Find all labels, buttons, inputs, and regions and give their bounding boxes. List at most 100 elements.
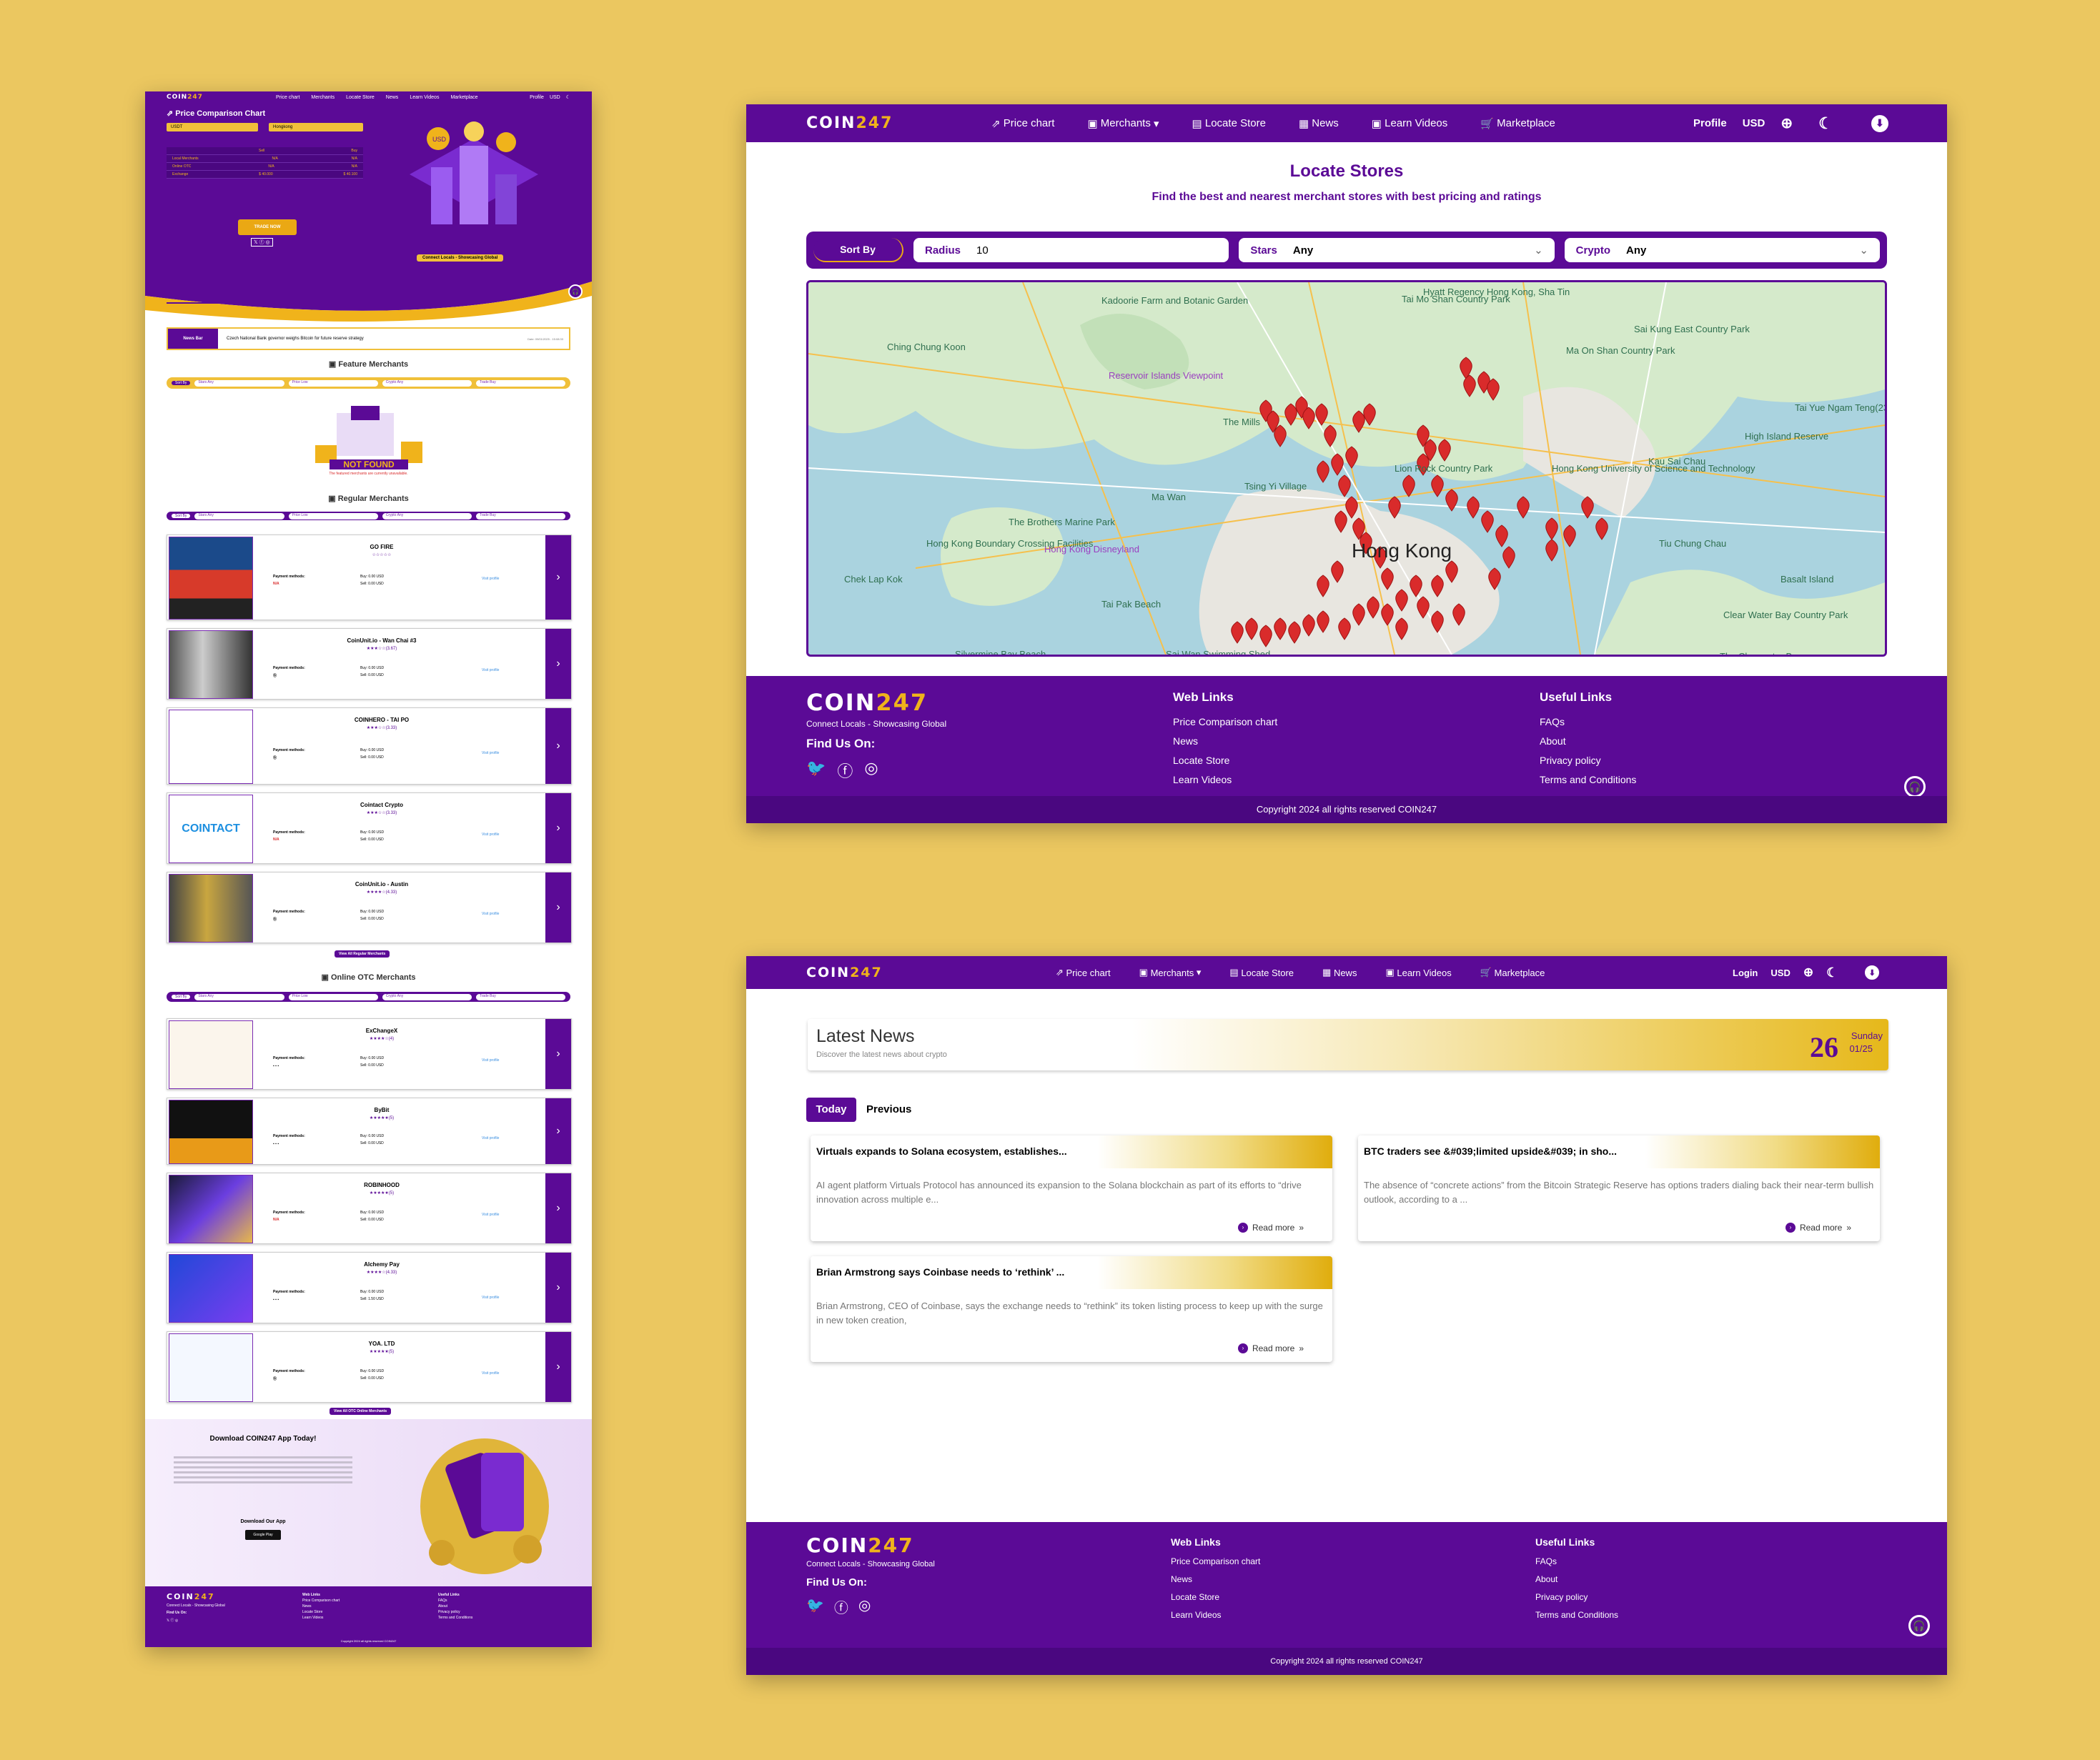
nav-currency[interactable]: USD: [1770, 968, 1790, 978]
chevron-right-icon[interactable]: ›: [545, 1332, 571, 1402]
header-logo[interactable]: COIN247: [806, 965, 883, 980]
trade-now-button[interactable]: TRADE NOW: [238, 219, 297, 235]
store-pin[interactable]: [1402, 474, 1415, 497]
chevron-right-icon[interactable]: ›: [545, 535, 571, 620]
nav-learn-videos[interactable]: Learn Videos: [410, 95, 439, 100]
instagram-icon[interactable]: ◎: [864, 759, 878, 782]
merchant-row[interactable]: COINHERO - TAI PO ★★★☆☆(3.33) Payment me…: [167, 707, 572, 785]
footer-link[interactable]: Learn Videos: [302, 1615, 340, 1621]
visit-profile-link[interactable]: Visit profile: [482, 1136, 499, 1140]
news-card[interactable]: BTC traders see &#039;limited upside&#03…: [1358, 1135, 1880, 1241]
visit-profile-link[interactable]: Visit profile: [482, 577, 499, 581]
footer-link[interactable]: Terms and Conditions: [1535, 1610, 1618, 1620]
nav-news[interactable]: ▦ News: [1299, 117, 1339, 130]
view-all-regular-button[interactable]: View All Regular Merchants: [335, 950, 390, 958]
nav-locate-store[interactable]: ▤ Locate Store: [1192, 117, 1266, 130]
merchant-row[interactable]: YOA. LTD ★★★★★(5) Payment methods: Ⓑ Buy…: [167, 1331, 572, 1403]
chevron-right-icon[interactable]: ›: [545, 793, 571, 863]
merchant-row[interactable]: Alchemy Pay ★★★★☆(4.33) Payment methods:…: [167, 1252, 572, 1323]
price-filter[interactable]: Price Low: [288, 379, 378, 387]
crypto-filter[interactable]: Crypto Any: [382, 993, 472, 1000]
visit-profile-link[interactable]: Visit profile: [482, 751, 499, 755]
chevron-right-icon[interactable]: ›: [545, 1253, 571, 1323]
footer-link[interactable]: FAQs: [1535, 1556, 1618, 1566]
merchant-row[interactable]: ExChangeX ★★★★☆(4) Payment methods: ▪ ▪ …: [167, 1018, 572, 1090]
sort-by-button[interactable]: Sort By: [172, 995, 191, 999]
footer-logo[interactable]: COIN247: [167, 1592, 215, 1601]
stars-filter[interactable]: Stars Any: [194, 512, 284, 519]
store-pin[interactable]: [1481, 510, 1494, 533]
store-pin[interactable]: [1467, 496, 1480, 519]
nav-learn-videos[interactable]: ▣ Learn Videos: [1385, 967, 1451, 978]
nav-news[interactable]: ▦ News: [1322, 967, 1357, 978]
nav-locate-store[interactable]: Locate Store: [346, 95, 375, 100]
visit-profile-link[interactable]: Visit profile: [482, 1058, 499, 1063]
footer-logo[interactable]: COIN247: [806, 689, 946, 716]
footer-link[interactable]: About: [1540, 735, 1636, 747]
store-pin[interactable]: [1517, 496, 1530, 519]
news-card-title[interactable]: Virtuals expands to Solana ecosystem, es…: [811, 1135, 1332, 1168]
headset-icon[interactable]: 🎧: [1908, 1615, 1930, 1636]
footer-link[interactable]: Privacy policy: [438, 1609, 472, 1615]
store-pin[interactable]: [1545, 517, 1558, 540]
nav-merchants[interactable]: ▣ Merchants ▾: [1087, 117, 1159, 130]
merchant-row[interactable]: COINTACT Cointact Crypto ★★★☆☆(3.33) Pay…: [167, 792, 572, 864]
footer-link[interactable]: Locate Store: [302, 1609, 340, 1615]
trade-filter[interactable]: Trade Buy: [475, 993, 566, 1000]
nav-profile[interactable]: Profile: [1693, 117, 1727, 129]
visit-profile-link[interactable]: Visit profile: [482, 1371, 499, 1376]
sort-by-button[interactable]: Sort By: [813, 238, 903, 262]
nav-price-chart[interactable]: ⇗ Price chart: [1056, 967, 1111, 978]
facebook-icon[interactable]: ⓕ: [170, 1619, 174, 1623]
store-pin[interactable]: [1431, 474, 1444, 497]
footer-link[interactable]: Terms and Conditions: [438, 1615, 472, 1621]
footer-link[interactable]: Locate Store: [1173, 755, 1277, 766]
merchant-row[interactable]: ROBINHOOD ★★★★★(5) Payment methods: N/A …: [167, 1173, 572, 1244]
footer-link[interactable]: Price Comparison chart: [302, 1598, 340, 1604]
instagram-icon[interactable]: ◎: [175, 1619, 178, 1623]
footer-link[interactable]: Terms and Conditions: [1540, 774, 1636, 785]
store-pin[interactable]: [1495, 524, 1508, 547]
chevron-right-icon[interactable]: ›: [545, 1173, 571, 1243]
download-icon[interactable]: ⬇: [1865, 965, 1880, 980]
news-card-title[interactable]: BTC traders see &#039;limited upside&#03…: [1358, 1135, 1880, 1168]
store-pin[interactable]: [1317, 460, 1329, 483]
nav-price-chart[interactable]: ⇗ Price chart: [991, 117, 1054, 130]
visit-profile-link[interactable]: Visit profile: [482, 1296, 499, 1300]
crypto-filter[interactable]: Crypto Any: [382, 379, 472, 387]
globe-icon[interactable]: ⊕: [1803, 965, 1813, 980]
footer-link[interactable]: Learn Videos: [1173, 774, 1277, 785]
instagram-icon[interactable]: ◎: [858, 1596, 871, 1617]
nav-price-chart[interactable]: Price chart: [276, 95, 299, 100]
nav-marketplace[interactable]: 🛒 Marketplace: [1480, 967, 1545, 978]
store-pin[interactable]: [1445, 489, 1458, 512]
headset-icon[interactable]: 🎧: [568, 284, 583, 299]
footer-link[interactable]: FAQs: [438, 1598, 472, 1604]
footer-link[interactable]: Learn Videos: [1171, 1610, 1260, 1620]
stars-filter[interactable]: Stars Any: [194, 993, 284, 1000]
store-pin[interactable]: [1274, 424, 1287, 447]
footer-link[interactable]: News: [302, 1604, 340, 1609]
headset-icon[interactable]: 🎧: [1904, 776, 1926, 797]
footer-link[interactable]: FAQs: [1540, 716, 1636, 727]
tab-today[interactable]: Today: [806, 1098, 856, 1122]
moon-icon[interactable]: ☾: [1826, 965, 1838, 980]
sort-by-button[interactable]: Sort By: [172, 514, 191, 518]
globe-icon[interactable]: ⊕: [1780, 114, 1793, 132]
trade-filter[interactable]: Trade Buy: [475, 512, 566, 519]
merchant-row[interactable]: GO FIRE ☆☆☆☆☆ Payment methods: N/A Buy: …: [167, 535, 572, 620]
store-pin[interactable]: [1338, 474, 1351, 497]
download-icon[interactable]: ⬇: [1871, 114, 1888, 132]
chevron-right-icon[interactable]: ›: [545, 872, 571, 943]
moon-icon[interactable]: ☾: [1818, 114, 1833, 133]
nav-marketplace[interactable]: 🛒 Marketplace: [1480, 117, 1555, 130]
store-pin[interactable]: [1502, 546, 1515, 569]
crypto-select[interactable]: USDT: [167, 123, 258, 131]
read-more-link[interactable]: › Read more»: [1785, 1223, 1851, 1233]
radius-field[interactable]: Radius 10: [913, 238, 1229, 262]
news-card[interactable]: Virtuals expands to Solana ecosystem, es…: [811, 1135, 1332, 1241]
city-select[interactable]: Hongkong: [269, 123, 363, 131]
landing-logo[interactable]: COIN247: [167, 94, 203, 101]
store-pin[interactable]: [1595, 517, 1608, 540]
nav-locate-store[interactable]: ▤ Locate Store: [1229, 967, 1294, 978]
